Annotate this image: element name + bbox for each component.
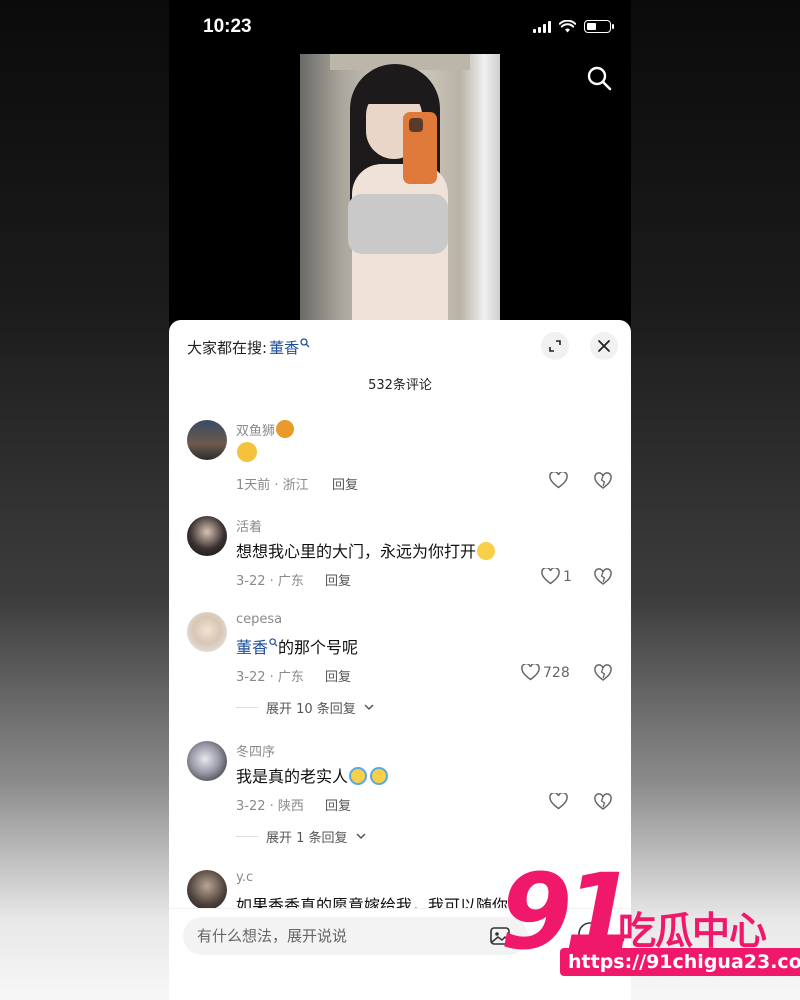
heart-icon [549,793,568,810]
wifi-icon [559,20,576,33]
signal-icon [533,20,551,33]
hot-search: 大家都在搜: 董香 [187,337,310,358]
like-button[interactable] [549,793,568,810]
like-button[interactable]: 1 [541,568,572,585]
expand-replies-label: 展开 1 条回复 [266,831,348,846]
heart-icon [541,568,560,585]
crying-emoji-icon [370,767,389,785]
avatar[interactable] [187,420,227,460]
comment-list: 双鱼狮 1天前 · 浙江 回复 活着 想想我心里的大门，永远为你打开 3-22 … [169,410,631,915]
lion-emoji-icon [276,420,295,438]
status-time: 10:23 [203,16,252,37]
comment-sheet-header: 大家都在搜: 董香 [169,320,631,370]
avatar[interactable] [187,516,227,556]
close-icon [598,340,610,352]
clap-emoji-icon [237,442,257,462]
reply-button[interactable]: 回复 [332,474,358,493]
pleading-emoji-icon [477,542,496,560]
dislike-icon[interactable] [594,793,612,811]
comment-count: 532条评论 [368,378,432,393]
comment-meta: 3-22 · 广东 [236,670,304,685]
chevron-down-icon [364,704,374,711]
comment-text: 想想我心里的大门，永远为你打开 [236,538,496,562]
watermark: 91 吃瓜中心 https://91chigua23.com [500,860,800,1000]
chevron-down-icon [356,833,366,840]
expand-icon [549,340,561,352]
comment-username[interactable]: 活着 [236,516,262,535]
dislike-icon[interactable] [594,568,612,586]
status-bar: 10:23 [169,0,631,54]
like-count: 1 [563,568,572,585]
comment-meta: 3-22 · 陕西 [236,799,304,814]
comment-username[interactable]: 双鱼狮 [236,420,295,439]
reply-button[interactable]: 回复 [325,795,351,814]
heart-icon [521,664,540,681]
close-button[interactable] [590,332,618,360]
comment-username[interactable]: cepesa [236,612,282,627]
comment-meta: 3-22 · 广东 [236,574,304,589]
reply-button[interactable]: 回复 [325,666,351,685]
like-count: 728 [543,664,570,681]
search-icon [300,337,310,347]
watermark-url: https://91chigua23.com [560,948,800,976]
avatar[interactable] [187,612,227,652]
hot-search-prefix: 大家都在搜: [187,339,268,357]
phone-screen: 10:23 大家都在搜: 董香 532条评论 双鱼狮 1天前 · 浙江 回复 活… [169,0,631,1000]
avatar[interactable] [187,870,227,910]
comment-input-box[interactable] [183,917,528,955]
comment-username[interactable]: 冬四序 [236,741,275,760]
search-icon[interactable] [585,64,613,92]
status-icons [533,20,614,33]
expand-replies-button[interactable]: 展开 10 条回复 [236,698,374,717]
reply-button[interactable]: 回复 [325,570,351,589]
hot-search-term[interactable]: 董香 [269,337,299,358]
hashtag-link[interactable]: 董香 [236,638,268,657]
expand-button[interactable] [541,332,569,360]
watermark-name: 吃瓜中心 [618,909,767,953]
comment-username[interactable]: y.c [236,870,253,885]
comment-input[interactable] [183,917,463,955]
comment-meta: 1天前 · 浙江 [236,478,309,493]
dislike-icon[interactable] [594,664,612,682]
battery-icon [584,20,614,33]
like-button[interactable]: 728 [521,664,570,681]
avatar[interactable] [187,741,227,781]
expand-replies-label: 展开 10 条回复 [266,702,356,717]
crying-emoji-icon [349,767,368,785]
expand-replies-button[interactable]: 展开 1 条回复 [236,827,366,846]
video-player[interactable] [169,54,631,320]
comment-text [236,442,257,463]
video-thumbnail[interactable] [300,54,500,320]
search-icon [269,638,278,647]
dislike-icon[interactable] [594,472,612,490]
comment-text: 董香 的那个号呢 [236,638,359,657]
like-button[interactable] [549,472,568,489]
heart-icon [549,472,568,489]
comment-text: 我是真的老实人 [236,763,389,787]
